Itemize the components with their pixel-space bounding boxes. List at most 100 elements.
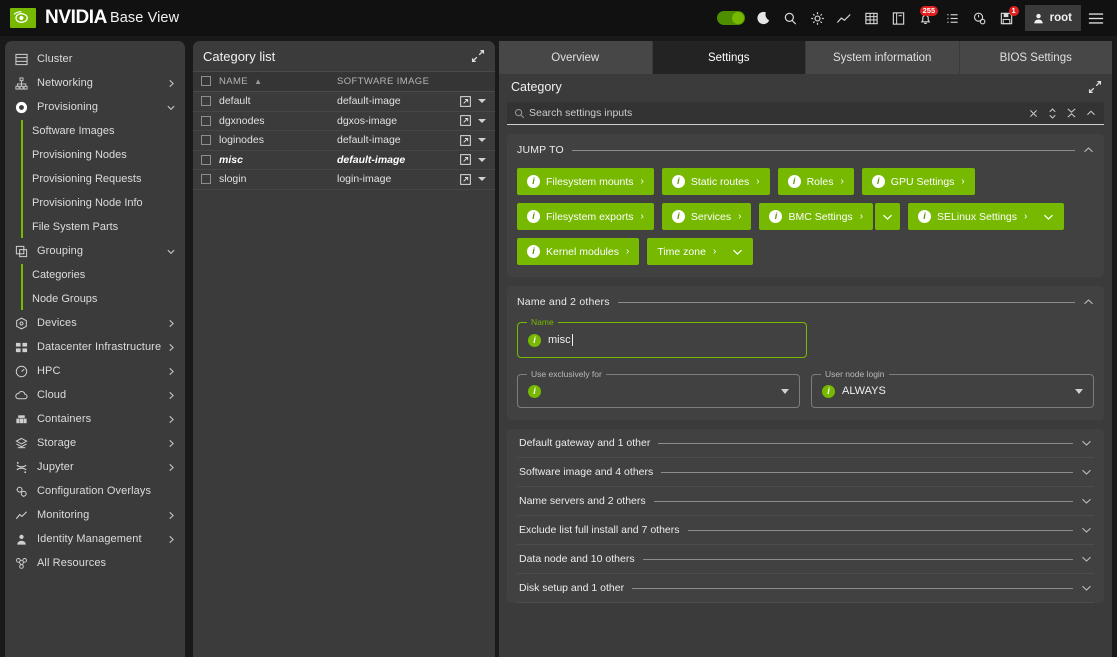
sidebar-item-provisioning[interactable]: Provisioning <box>5 95 185 119</box>
accordion-data-node[interactable]: Data node and 10 others <box>517 545 1094 574</box>
hamburger-icon[interactable] <box>1083 5 1109 32</box>
row-checkbox[interactable] <box>201 96 211 107</box>
table-row[interactable]: dgxnodes dgxos-image <box>193 111 495 131</box>
chevron-down-icon[interactable] <box>781 388 789 394</box>
sidebar-item-storage[interactable]: Storage <box>5 431 185 455</box>
chip-bmc-settings[interactable]: i BMC Settings › <box>759 203 874 230</box>
row-checkbox[interactable] <box>201 115 211 126</box>
chevron-down-icon[interactable] <box>732 248 743 256</box>
sidebar-item-provisioning-node-info[interactable]: Provisioning Node Info <box>5 191 185 215</box>
sidebar-item-jupyter[interactable]: Jupyter <box>5 455 185 479</box>
tab-settings[interactable]: Settings <box>652 41 806 74</box>
chip-roles[interactable]: i Roles › <box>777 168 854 195</box>
list-icon[interactable] <box>940 5 965 32</box>
accordion-name-servers[interactable]: Name servers and 2 others <box>517 487 1094 516</box>
sidebar-item-hpc[interactable]: HPC <box>5 359 185 383</box>
user-node-login-dropdown[interactable]: User node login i ALWAYS <box>811 369 1094 408</box>
sidebar-item-configuration-overlays[interactable]: Configuration Overlays <box>5 479 185 503</box>
sidebar-item-provisioning-nodes[interactable]: Provisioning Nodes <box>5 143 185 167</box>
row-checkbox-cell[interactable] <box>193 169 219 190</box>
chip-filesystem-exports[interactable]: i Filesystem exports › <box>517 203 654 230</box>
user-menu[interactable]: root <box>1024 5 1081 31</box>
sidebar-item-software-images[interactable]: Software Images <box>5 119 185 143</box>
select-all-checkbox[interactable] <box>201 76 211 87</box>
chip-bmc-settings-dropdown[interactable] <box>875 203 901 230</box>
chip-selinux-settings[interactable]: i SELinux Settings › <box>908 203 1065 230</box>
chip-gpu-settings[interactable]: i GPU Settings › <box>861 168 975 195</box>
chevron-up-icon[interactable] <box>1081 103 1100 124</box>
row-menu-caret[interactable] <box>478 157 486 162</box>
row-menu-caret[interactable] <box>478 138 486 143</box>
open-external-icon[interactable] <box>460 95 471 107</box>
chevron-up-icon[interactable] <box>1083 146 1094 154</box>
theme-toggle[interactable] <box>716 11 745 25</box>
open-external-icon[interactable] <box>460 173 471 185</box>
tab-system-information[interactable]: System information <box>806 41 960 74</box>
row-checkbox[interactable] <box>201 135 211 146</box>
sidebar-item-monitoring[interactable]: Monitoring <box>5 503 185 527</box>
accordion-default-gateway[interactable]: Default gateway and 1 other <box>517 429 1094 458</box>
table-row[interactable]: misc default-image <box>193 150 495 170</box>
book-icon[interactable] <box>886 5 911 32</box>
accordion-exclude-list[interactable]: Exclude list full install and 7 others <box>517 516 1094 545</box>
sidebar-item-node-groups[interactable]: Node Groups <box>5 287 185 311</box>
table-row[interactable]: slogin login-image <box>193 169 495 190</box>
chevron-up-icon[interactable] <box>1083 298 1094 306</box>
settings-scroll-area[interactable]: JUMP TO i Filesystem mounts › i Static r… <box>499 125 1112 657</box>
row-menu-caret[interactable] <box>478 177 486 182</box>
row-checkbox-cell[interactable] <box>193 111 219 131</box>
sidebar-item-all-resources[interactable]: All Resources <box>5 551 185 575</box>
settings-search-bar[interactable] <box>507 102 1104 125</box>
column-header-name[interactable]: NAME ▲ <box>219 71 337 92</box>
dark-mode-icon[interactable] <box>751 5 776 32</box>
row-menu-caret[interactable] <box>478 99 486 104</box>
row-checkbox[interactable] <box>201 154 211 165</box>
clear-search-icon[interactable] <box>1024 103 1043 124</box>
select-all-header[interactable] <box>193 71 219 92</box>
chip-time-zone[interactable]: Time zone › <box>647 238 754 265</box>
search-icon[interactable] <box>778 5 803 32</box>
chart-icon[interactable] <box>832 5 857 32</box>
accordion-disk-setup[interactable]: Disk setup and 1 other <box>517 574 1094 603</box>
sidebar-item-file-system-parts[interactable]: File System Parts <box>5 215 185 239</box>
table-row[interactable]: default default-image <box>193 91 495 112</box>
expand-icon[interactable] <box>1088 80 1102 94</box>
brand-logo[interactable]: NVIDIA <box>10 7 107 29</box>
sidebar-item-identity-management[interactable]: Identity Management <box>5 527 185 551</box>
sidebar-item-cloud[interactable]: Cloud <box>5 383 185 407</box>
gear-icon[interactable] <box>805 5 830 32</box>
chip-kernel-modules[interactable]: i Kernel modules › <box>517 238 640 265</box>
sidebar-item-categories[interactable]: Categories <box>5 263 185 287</box>
save-icon[interactable]: 1 <box>994 5 1019 32</box>
table-row[interactable]: loginodes default-image <box>193 130 495 151</box>
search-input[interactable] <box>529 107 1024 119</box>
tab-bios-settings[interactable]: BIOS Settings <box>959 41 1112 74</box>
sidebar-item-cluster[interactable]: Cluster <box>5 47 185 71</box>
tab-overview[interactable]: Overview <box>499 41 653 74</box>
chevron-down-icon[interactable] <box>1043 213 1054 221</box>
expand-icon[interactable] <box>471 49 485 63</box>
row-checkbox-cell[interactable] <box>193 91 219 112</box>
sidebar-item-provisioning-requests[interactable]: Provisioning Requests <box>5 167 185 191</box>
chip-services[interactable]: i Services › <box>661 203 752 230</box>
row-menu-caret[interactable] <box>478 118 486 123</box>
collapse-all-icon[interactable] <box>1062 103 1081 124</box>
search-nav-stepper-icon[interactable] <box>1043 103 1062 124</box>
open-external-icon[interactable] <box>460 134 471 146</box>
open-external-icon[interactable] <box>460 115 471 127</box>
sidebar-item-containers[interactable]: Containers <box>5 407 185 431</box>
sidebar-item-devices[interactable]: Devices <box>5 311 185 335</box>
column-header-software-image[interactable]: SOFTWARE IMAGE <box>337 71 452 92</box>
sidebar-item-grouping[interactable]: Grouping <box>5 239 185 263</box>
sidebar-item-networking[interactable]: Networking <box>5 71 185 95</box>
clock-gear-icon[interactable] <box>967 5 992 32</box>
row-checkbox[interactable] <box>201 174 211 185</box>
row-checkbox-cell[interactable] <box>193 150 219 170</box>
row-checkbox-cell[interactable] <box>193 130 219 151</box>
chip-static-routes[interactable]: i Static routes › <box>661 168 770 195</box>
sidebar-item-datacenter-infrastructure[interactable]: Datacenter Infrastructure <box>5 335 185 359</box>
accordion-software-image[interactable]: Software image and 4 others <box>517 458 1094 487</box>
grid-icon[interactable] <box>859 5 884 32</box>
chevron-down-icon[interactable] <box>1075 388 1083 394</box>
open-external-icon[interactable] <box>460 154 471 166</box>
